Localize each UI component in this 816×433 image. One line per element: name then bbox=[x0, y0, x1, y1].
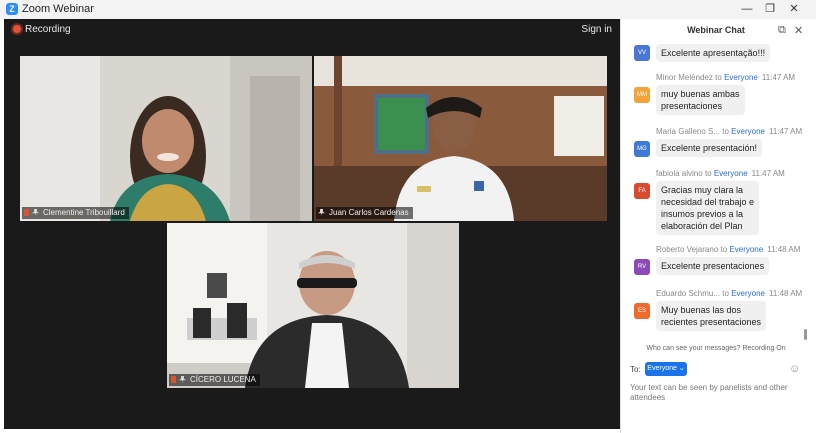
message-text: Excelente presentación! bbox=[656, 139, 763, 157]
chat-input[interactable]: Your text can be seen by panelists and o… bbox=[630, 383, 800, 403]
avatar: VV bbox=[634, 45, 650, 61]
message-text: Excelente presentaciones bbox=[656, 257, 770, 275]
message-text: Excelente apresentação!!! bbox=[656, 44, 771, 62]
avatar: MM bbox=[634, 87, 650, 103]
message-meta: Minor Meléndez to Everyone 11:47 AM bbox=[656, 73, 796, 82]
chat-message: ES Eduardo Schmu... to Everyone 11:48 AM … bbox=[621, 289, 803, 335]
video-stage: Recording Sign in Clementine Tribouillar… bbox=[4, 19, 620, 429]
avatar: FA bbox=[634, 183, 650, 199]
window-title: Zoom Webinar bbox=[22, 3, 94, 15]
maximize-button[interactable]: ❐ bbox=[757, 1, 783, 18]
popout-icon[interactable]: ⧉ bbox=[778, 24, 786, 37]
video-tile-clementine[interactable]: Clementine Tribouillard bbox=[20, 56, 312, 221]
recording-indicator[interactable]: Recording bbox=[13, 24, 71, 35]
chat-scrollbar[interactable] bbox=[804, 329, 807, 340]
to-label: To: bbox=[630, 365, 641, 374]
message-meta: fabiola alvino to Everyone 11:47 AM bbox=[656, 169, 785, 178]
recording-icon bbox=[13, 25, 21, 33]
close-window-button[interactable]: ✕ bbox=[781, 1, 807, 18]
chat-message: RV Roberto Vejarano to Everyone 11:48 AM … bbox=[621, 245, 803, 279]
message-text: muy buenas ambas presentaciones bbox=[656, 85, 745, 115]
sign-in-link[interactable]: Sign in bbox=[581, 24, 612, 35]
pin-icon bbox=[179, 376, 186, 383]
participant-name-tag: Juan Carlos Cardenas bbox=[316, 207, 413, 219]
message-text: Gracias muy clara la necesidad del traba… bbox=[656, 181, 760, 235]
chat-message: MM Minor Meléndez to Everyone 11:47 AM mu… bbox=[621, 73, 803, 119]
mic-muted-icon bbox=[171, 376, 176, 383]
mic-muted-icon bbox=[24, 209, 29, 216]
message-meta: Maria Galleno S... to Everyone 11:47 AM bbox=[656, 127, 803, 136]
zoom-logo-icon: Z bbox=[6, 3, 18, 15]
avatar: ES bbox=[634, 303, 650, 319]
avatar: RV bbox=[634, 259, 650, 275]
message-text: Muy buenas las dos recientes presentacio… bbox=[656, 301, 767, 331]
title-bar: Z Zoom Webinar — ❐ ✕ bbox=[0, 0, 816, 19]
chat-message: FA fabiola alvino to Everyone 11:47 AM Gr… bbox=[621, 169, 803, 241]
chat-message: MG Maria Galleno S... to Everyone 11:47 A… bbox=[621, 127, 803, 161]
participant-name-tag: Clementine Tribouillard bbox=[22, 207, 129, 219]
chat-messages: VV Excelente apresentação!!! MM Minor Me… bbox=[621, 41, 803, 346]
message-meta: Eduardo Schmu... to Everyone 11:48 AM bbox=[656, 289, 803, 298]
chat-message: VV Excelente apresentação!!! bbox=[621, 43, 803, 63]
close-chat-icon[interactable]: ✕ bbox=[794, 24, 803, 37]
message-meta: Roberto Vejarano to Everyone 11:48 AM bbox=[656, 245, 801, 254]
participant-name-tag: CÍCERO LUCENA bbox=[169, 374, 260, 386]
video-tile-juan-carlos[interactable]: Juan Carlos Cardenas bbox=[314, 56, 607, 221]
avatar: MG bbox=[634, 141, 650, 157]
video-tile-cicero[interactable]: CÍCERO LUCENA bbox=[167, 223, 459, 388]
webinar-chat-panel: Webinar Chat ⧉ ✕ VV Excelente apresentaç… bbox=[620, 19, 811, 433]
recipient-dropdown[interactable]: Everyone ⌄ bbox=[645, 362, 687, 376]
emoji-icon[interactable]: ☺ bbox=[789, 363, 800, 375]
privacy-notice[interactable]: Who can see your messages? Recording On bbox=[621, 345, 811, 352]
pin-icon bbox=[318, 209, 325, 216]
pin-icon bbox=[32, 209, 39, 216]
